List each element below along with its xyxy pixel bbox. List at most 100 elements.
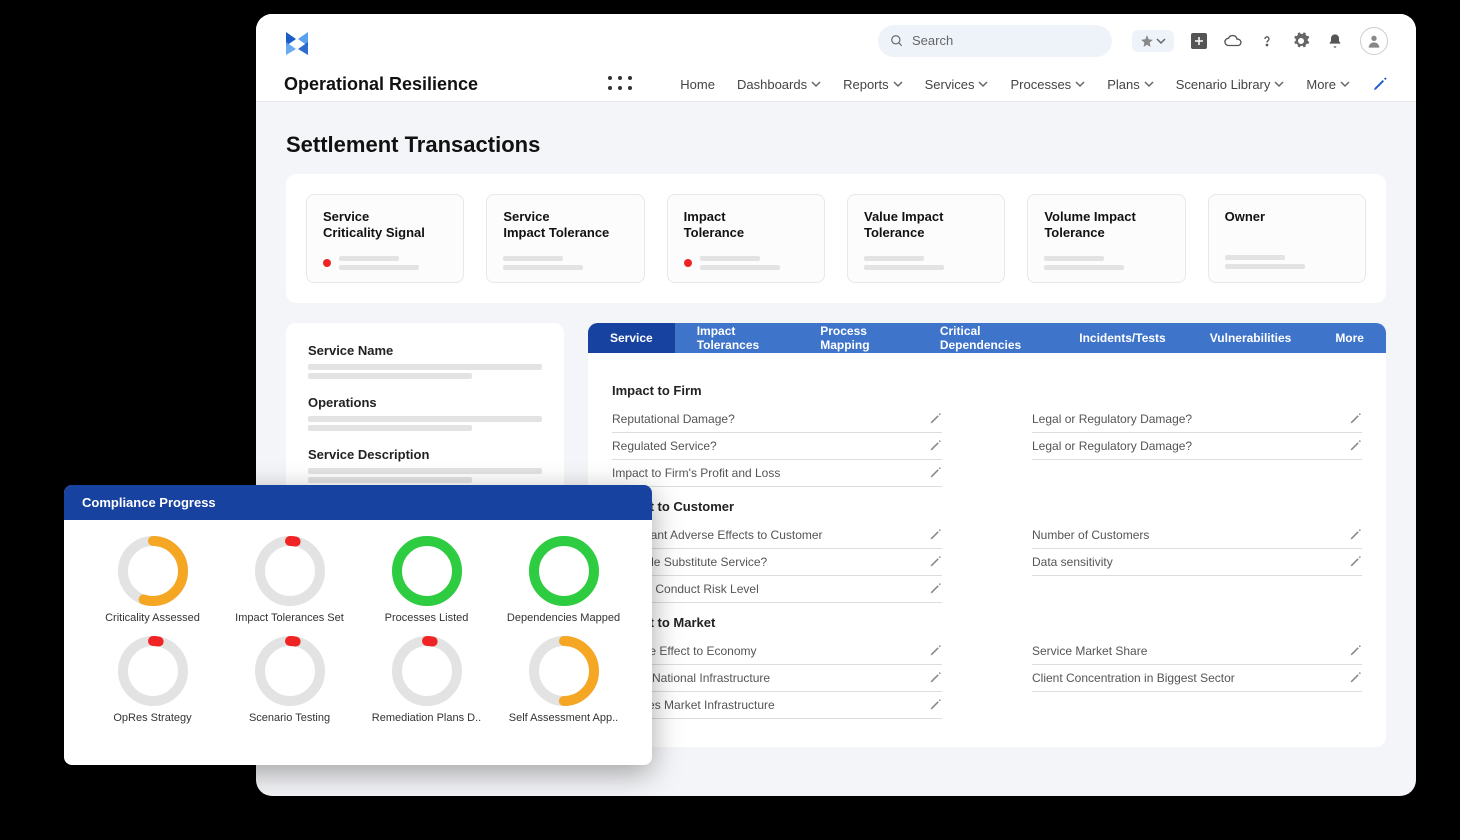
gauge-label: Self Assessment App..: [509, 712, 618, 724]
summary-card-title: Service Criticality Signal: [323, 209, 447, 242]
nav-more[interactable]: More: [1306, 77, 1350, 92]
favorites-button[interactable]: [1132, 30, 1174, 52]
summary-card-title: Volume Impact Tolerance: [1044, 209, 1168, 242]
settings-button[interactable]: [1292, 32, 1310, 50]
summary-card: Service Criticality Signal Service Impact…: [286, 174, 1386, 303]
side-label: Service Name: [308, 343, 542, 358]
help-button[interactable]: [1258, 32, 1276, 50]
user-avatar[interactable]: [1360, 27, 1388, 55]
pencil-icon: [1349, 555, 1362, 568]
edit-field-button[interactable]: [929, 698, 942, 711]
summary-card-title: Service Impact Tolerance: [503, 209, 627, 242]
edit-field-button[interactable]: [1349, 412, 1362, 425]
field-label: Regulated Service?: [612, 439, 717, 453]
tab-content: Impact to Firm Reputational Damage? Regula…: [588, 353, 1386, 747]
notifications-button[interactable]: [1326, 32, 1344, 50]
page-title: Settlement Transactions: [256, 102, 1416, 174]
edit-field-button[interactable]: [929, 466, 942, 479]
cloud-button[interactable]: [1224, 32, 1242, 50]
app-launcher[interactable]: [608, 76, 634, 92]
nav-scenarios[interactable]: Scenario Library: [1176, 77, 1285, 92]
pencil-icon: [1349, 439, 1362, 452]
summary-card-3: Value Impact Tolerance: [847, 194, 1005, 283]
tab-vulnerabilities[interactable]: Vulnerabilities: [1188, 323, 1314, 353]
nav-home[interactable]: Home: [680, 77, 715, 92]
user-icon: [1366, 33, 1382, 49]
edit-field-button[interactable]: [929, 644, 942, 657]
pencil-icon: [929, 644, 942, 657]
edit-field-button[interactable]: [929, 528, 942, 541]
tab-critical-dependencies[interactable]: Critical Dependencies: [918, 323, 1057, 353]
gauge: OpRes Strategy: [84, 634, 221, 724]
gauge: Scenario Testing: [221, 634, 358, 724]
chevron-down-icon: [1340, 79, 1350, 89]
edit-field-button[interactable]: [1349, 671, 1362, 684]
plus-icon: [1191, 33, 1207, 49]
gear-icon: [1292, 32, 1310, 50]
tab-service[interactable]: Service: [588, 323, 675, 353]
nav-plans[interactable]: Plans: [1107, 77, 1154, 92]
edit-button[interactable]: [1372, 76, 1388, 92]
edit-field-button[interactable]: [1349, 644, 1362, 657]
edit-field-button[interactable]: [929, 439, 942, 452]
tab-incidents-tests[interactable]: Incidents/Tests: [1057, 323, 1187, 353]
field-label: Client Concentration in Biggest Sector: [1032, 671, 1235, 685]
chevron-down-icon: [1075, 79, 1085, 89]
field-label: Legal or Regulatory Damage?: [1032, 412, 1192, 426]
field-label: Data sensitivity: [1032, 555, 1113, 569]
nav-services[interactable]: Services: [925, 77, 989, 92]
impact-field: Number of Customers: [1032, 522, 1362, 549]
pencil-icon: [929, 582, 942, 595]
nav-processes[interactable]: Processes: [1010, 77, 1085, 92]
pencil-icon: [929, 412, 942, 425]
pencil-icon: [929, 439, 942, 452]
impact-field: Regulated Service?: [612, 433, 942, 460]
nav-reports[interactable]: Reports: [843, 77, 903, 92]
section-title: Impact to Market: [612, 615, 1362, 630]
edit-field-button[interactable]: [929, 582, 942, 595]
tab-panel: ServiceImpact TolerancesProcess MappingC…: [588, 323, 1386, 747]
pencil-icon: [1349, 528, 1362, 541]
question-icon: [1259, 33, 1275, 49]
edit-field-button[interactable]: [929, 671, 942, 684]
nav-dashboards[interactable]: Dashboards: [737, 77, 821, 92]
section-title: Impact to Firm: [612, 383, 1362, 398]
edit-field-button[interactable]: [929, 412, 942, 425]
compliance-overlay: Compliance Progress Criticality Assessed…: [64, 485, 652, 765]
gauge-label: Criticality Assessed: [105, 612, 200, 624]
gauge-label: Processes Listed: [385, 612, 469, 624]
edit-field-button[interactable]: [1349, 555, 1362, 568]
search-placeholder: Search: [912, 33, 953, 48]
gauge: Remediation Plans D..: [358, 634, 495, 724]
pencil-icon: [1349, 644, 1362, 657]
side-label: Service Description: [308, 447, 542, 462]
gauge-label: Dependencies Mapped: [507, 612, 620, 624]
pencil-icon: [929, 698, 942, 711]
pencil-icon: [1349, 412, 1362, 425]
tab-bar: ServiceImpact TolerancesProcess MappingC…: [588, 323, 1386, 353]
edit-field-button[interactable]: [1349, 439, 1362, 452]
overlay-title: Compliance Progress: [64, 485, 652, 520]
logo: [284, 27, 310, 55]
summary-card-2: Impact Tolerance: [667, 194, 825, 283]
tab-more[interactable]: More: [1313, 323, 1386, 353]
chevron-down-icon: [893, 79, 903, 89]
summary-card-title: Impact Tolerance: [684, 209, 808, 242]
field-label: Reputational Damage?: [612, 412, 735, 426]
main-nav: Home Dashboards Reports Services Process…: [608, 76, 1388, 92]
pencil-icon: [929, 671, 942, 684]
summary-card-title: Value Impact Tolerance: [864, 209, 988, 242]
tab-impact-tolerances[interactable]: Impact Tolerances: [675, 323, 799, 353]
impact-field: Client Concentration in Biggest Sector: [1032, 665, 1362, 692]
add-button[interactable]: [1190, 32, 1208, 50]
gauge-label: Scenario Testing: [249, 712, 330, 724]
search-input[interactable]: Search: [878, 25, 1112, 57]
tab-process-mapping[interactable]: Process Mapping: [798, 323, 918, 353]
chevron-down-icon: [978, 79, 988, 89]
section-title: Impact to Customer: [612, 499, 1362, 514]
search-icon: [890, 34, 904, 48]
edit-field-button[interactable]: [1349, 528, 1362, 541]
impact-field: Finances Market Infrastructure: [612, 692, 942, 719]
pencil-icon: [929, 555, 942, 568]
edit-field-button[interactable]: [929, 555, 942, 568]
